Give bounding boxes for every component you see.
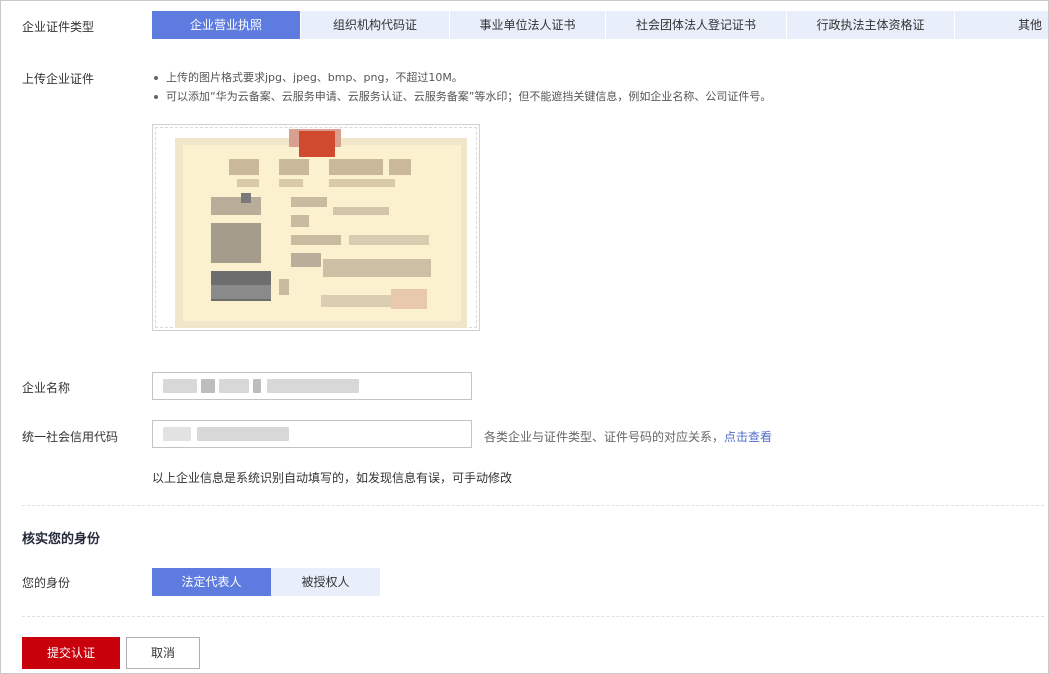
credit-code-input[interactable] — [152, 420, 472, 448]
cancel-button[interactable]: 取消 — [126, 637, 200, 669]
redacted-text — [253, 379, 261, 393]
upload-hints: 上传的图片格式要求jpg、jpeg、bmp、png，不超过10M。 可以添加“华… — [152, 68, 771, 106]
redacted-text — [163, 427, 191, 441]
upload-dropzone[interactable] — [152, 124, 480, 331]
tab-business-license[interactable]: 企业营业执照 — [152, 11, 301, 39]
cert-type-tabs: 企业营业执照 组织机构代码证 事业单位法人证书 社会团体法人登记证书 行政执法主… — [152, 11, 1048, 39]
identity-authorized-person-button[interactable]: 被授权人 — [271, 568, 380, 596]
redacted-text — [219, 379, 249, 393]
identity-label: 您的身份 — [22, 576, 71, 590]
redacted-text — [201, 379, 215, 393]
verification-form: 企业证件类型 企业营业执照 组织机构代码证 事业单位法人证书 社会团体法人登记证… — [0, 0, 1049, 674]
tab-law-enforcement-cert[interactable]: 行政执法主体资格证 — [787, 11, 955, 39]
upload-hint-format: 上传的图片格式要求jpg、jpeg、bmp、png，不超过10M。 — [152, 68, 771, 87]
identity-options: 法定代表人 被授权人 — [152, 568, 380, 596]
credit-code-hint: 各类企业与证件类型、证件号码的对应关系，点击查看 — [484, 428, 772, 445]
tab-public-institution-cert[interactable]: 事业单位法人证书 — [450, 11, 606, 39]
license-preview-image — [175, 129, 467, 328]
tab-social-org-cert[interactable]: 社会团体法人登记证书 — [606, 11, 787, 39]
identity-legal-rep-button[interactable]: 法定代表人 — [152, 568, 271, 596]
identity-section-title: 核实您的身份 — [22, 532, 101, 547]
company-name-label: 企业名称 — [22, 381, 71, 395]
submit-verification-button[interactable]: 提交认证 — [22, 637, 120, 669]
upload-hint-watermark: 可以添加“华为云备案、云服务申请、云服务认证、云服务备案”等水印；但不能遮挡关键… — [152, 87, 771, 106]
credit-code-label: 统一社会信用代码 — [22, 430, 119, 444]
auto-fill-note: 以上企业信息是系统识别自动填写的，如发现信息有误，可手动修改 — [152, 471, 513, 485]
cert-type-label: 企业证件类型 — [22, 20, 95, 34]
upload-label: 上传企业证件 — [22, 72, 95, 86]
redacted-text — [267, 379, 359, 393]
section-divider — [22, 505, 1044, 506]
tab-org-code-cert[interactable]: 组织机构代码证 — [301, 11, 450, 39]
redacted-text — [197, 427, 289, 441]
view-mapping-link[interactable]: 点击查看 — [724, 430, 772, 444]
redacted-text — [163, 379, 197, 393]
tab-other[interactable]: 其他 — [955, 11, 1048, 39]
company-name-input[interactable] — [152, 372, 472, 400]
credit-code-hint-text: 各类企业与证件类型、证件号码的对应关系， — [484, 430, 725, 444]
section-divider — [22, 616, 1044, 617]
